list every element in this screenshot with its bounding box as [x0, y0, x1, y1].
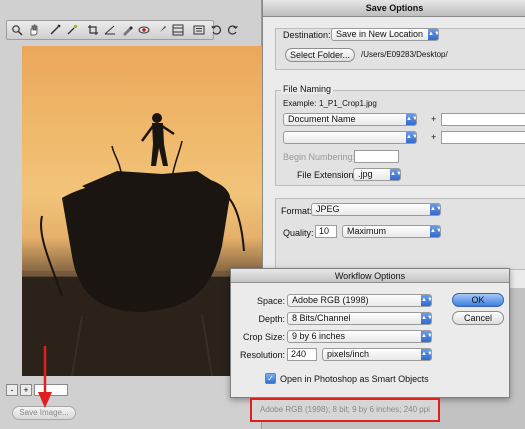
crop-size-value: 9 by 6 inches	[292, 331, 346, 341]
crop-size-label: Crop Size:	[242, 332, 285, 342]
example-value: 1_P1_Crop1.jpg	[319, 99, 377, 108]
chevron-down-icon: ▲▼	[421, 333, 432, 339]
naming-select-1[interactable]: Document Name ▲▼	[283, 113, 417, 126]
chevron-down-icon: ▲▼	[421, 315, 432, 321]
file-extension-value: .jpg	[358, 169, 373, 179]
dialog-title: Save Options	[263, 0, 525, 17]
depth-label: Depth:	[258, 314, 285, 324]
space-value: Adobe RGB (1998)	[292, 295, 369, 305]
quality-preset-select[interactable]: Maximum ▲▼	[342, 225, 441, 238]
photo-preview	[22, 46, 262, 376]
begin-numbering-field[interactable]	[354, 150, 399, 163]
naming-select-2[interactable]: ▲▼	[283, 131, 417, 144]
quality-label: Quality:	[283, 228, 314, 238]
chevron-down-icon: ▲▼	[421, 351, 432, 357]
space-select[interactable]: Adobe RGB (1998) ▲▼	[287, 294, 432, 307]
format-value: JPEG	[316, 204, 340, 214]
file-naming-label: File Naming	[281, 84, 334, 94]
red-arrow-annotation	[38, 346, 52, 408]
resolution-field[interactable]: 240	[287, 348, 317, 361]
straighten-icon[interactable]	[103, 23, 117, 37]
naming-field-2[interactable]	[441, 131, 525, 144]
naming-value-1: Document Name	[288, 114, 356, 124]
resolution-unit-select[interactable]: pixels/inch ▲▼	[322, 348, 432, 361]
plus-sign: +	[431, 132, 437, 142]
zoom-tool-icon[interactable]	[10, 23, 24, 37]
format-label: Format:	[281, 206, 313, 216]
rotate-right-icon[interactable]	[226, 23, 240, 37]
depth-value: 8 Bits/Channel	[292, 313, 351, 323]
format-select[interactable]: JPEG ▲▼	[311, 203, 441, 216]
save-options-dialog: Save Options Destination: Save in New Lo…	[262, 0, 525, 288]
chevron-down-icon: ▲▼	[430, 228, 441, 234]
crop-tool-icon[interactable]	[86, 23, 100, 37]
chevron-down-icon: ▲▼	[406, 134, 417, 140]
depth-select[interactable]: 8 Bits/Channel ▲▼	[287, 312, 432, 325]
example-label: Example:	[283, 99, 317, 108]
red-eye-icon[interactable]	[137, 23, 151, 37]
space-label: Space:	[256, 296, 285, 306]
smart-objects-checkbox[interactable]: ✓	[265, 373, 276, 384]
rotate-left-icon[interactable]	[209, 23, 223, 37]
resolution-label: Resolution:	[239, 350, 285, 360]
camera-raw-toolbar	[6, 20, 238, 40]
file-extension-select[interactable]: .jpg ▲▼	[353, 168, 401, 181]
checkmark-icon: ✓	[267, 374, 274, 383]
white-balance-icon[interactable]	[48, 23, 62, 37]
adjustment-brush-icon[interactable]	[154, 23, 168, 37]
chevron-down-icon: ▲▼	[430, 206, 441, 212]
graduated-filter-icon[interactable]	[171, 23, 185, 37]
destination-label: Destination:	[283, 30, 331, 40]
ok-button[interactable]: OK	[452, 293, 504, 307]
preferences-icon[interactable]	[192, 23, 206, 37]
workflow-status-link[interactable]: Adobe RGB (1998); 8 bit; 9 by 6 inches; …	[250, 398, 440, 422]
destination-value: Save in New Location	[336, 29, 424, 39]
crop-size-select[interactable]: 9 by 6 inches ▲▼	[287, 330, 432, 343]
hand-tool-icon[interactable]	[27, 23, 41, 37]
naming-field-1[interactable]	[441, 113, 525, 126]
select-folder-button[interactable]: Select Folder...	[285, 48, 355, 62]
spot-removal-icon[interactable]	[120, 23, 134, 37]
dialog-title: Workflow Options	[231, 269, 509, 283]
destination-select[interactable]: Save in New Location ▲▼	[331, 28, 439, 41]
cancel-button[interactable]: Cancel	[452, 311, 504, 325]
color-sampler-icon[interactable]	[65, 23, 79, 37]
workflow-options-dialog: Workflow Options Space: Adobe RGB (1998)…	[230, 268, 510, 398]
quality-field[interactable]: 10	[315, 225, 337, 238]
chevron-down-icon: ▲▼	[390, 171, 401, 177]
silhouette-photo	[22, 113, 262, 376]
zoom-out-button[interactable]: -	[6, 384, 18, 396]
zoom-in-button[interactable]: +	[20, 384, 32, 396]
resolution-unit-value: pixels/inch	[327, 349, 370, 359]
plus-sign: +	[431, 114, 437, 124]
smart-objects-label: Open in Photoshop as Smart Objects	[280, 374, 429, 384]
chevron-down-icon: ▲▼	[406, 116, 417, 122]
chevron-down-icon: ▲▼	[428, 31, 439, 37]
chevron-down-icon: ▲▼	[421, 297, 432, 303]
folder-path: /Users/E09283/Desktop/	[361, 50, 448, 59]
file-extension-label: File Extension:	[297, 170, 357, 180]
begin-numbering-label: Begin Numbering:	[283, 152, 356, 162]
quality-preset-value: Maximum	[347, 226, 387, 236]
